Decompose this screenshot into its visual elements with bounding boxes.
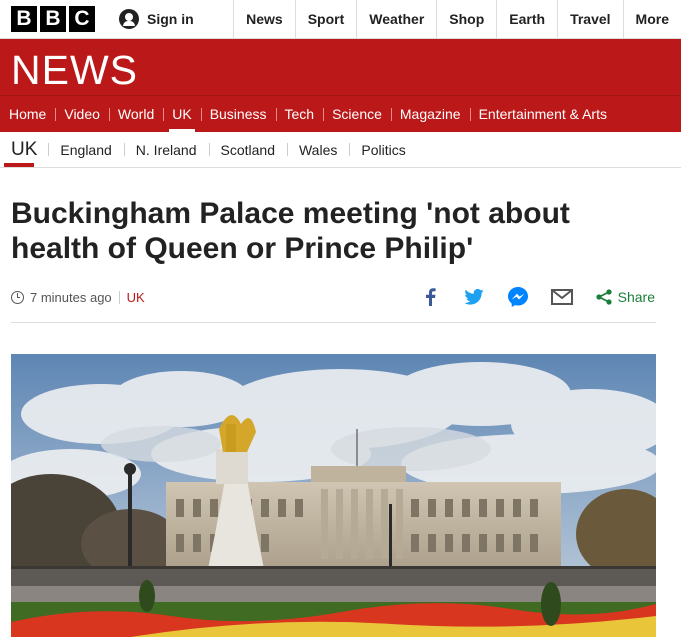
section-magazine[interactable]: Magazine bbox=[390, 96, 470, 132]
news-masthead: NEWS bbox=[0, 39, 681, 95]
section-science[interactable]: Science bbox=[323, 96, 391, 132]
subnav-n-ireland[interactable]: N. Ireland bbox=[123, 132, 209, 167]
clock-icon bbox=[11, 290, 24, 304]
logo-block: B bbox=[11, 6, 37, 32]
global-nav-shop[interactable]: Shop bbox=[436, 0, 496, 38]
global-nav: News Sport Weather Shop Earth Travel Mor… bbox=[233, 0, 681, 38]
section-world[interactable]: World bbox=[108, 96, 163, 132]
logo-block: B bbox=[40, 6, 66, 32]
subnav-wales[interactable]: Wales bbox=[286, 132, 349, 167]
share-button[interactable]: Share bbox=[596, 289, 655, 305]
section-business[interactable]: Business bbox=[200, 96, 276, 132]
subnav-england[interactable]: England bbox=[48, 132, 123, 167]
section-tech[interactable]: Tech bbox=[275, 96, 324, 132]
share-icon bbox=[596, 289, 612, 305]
news-wordmark[interactable]: NEWS bbox=[11, 47, 138, 94]
bbc-logo[interactable]: B B C bbox=[0, 0, 105, 38]
divider bbox=[11, 322, 656, 323]
share-label: Share bbox=[617, 289, 655, 305]
global-nav-more[interactable]: More bbox=[622, 0, 681, 38]
email-icon[interactable] bbox=[540, 286, 584, 308]
section-entertainment-arts[interactable]: Entertainment & Arts bbox=[469, 96, 616, 132]
global-nav-weather[interactable]: Weather bbox=[356, 0, 436, 38]
global-header: B B C Sign in News Sport Weather Shop Ea… bbox=[0, 0, 681, 39]
article-topic-link[interactable]: UK bbox=[127, 290, 145, 305]
global-nav-sport[interactable]: Sport bbox=[294, 0, 357, 38]
section-home[interactable]: Home bbox=[0, 96, 55, 132]
subsection-nav: UK England N. Ireland Scotland Wales Pol… bbox=[0, 132, 681, 168]
article-timestamp: 7 minutes ago bbox=[30, 289, 112, 305]
subnav-scotland[interactable]: Scotland bbox=[208, 132, 287, 167]
article-hero-image bbox=[11, 354, 656, 637]
signin-label: Sign in bbox=[147, 11, 194, 27]
meta-divider bbox=[118, 290, 120, 304]
section-nav: Home Video World UK Business Tech Scienc… bbox=[0, 95, 681, 132]
logo-block: C bbox=[69, 6, 95, 32]
messenger-icon[interactable] bbox=[496, 286, 540, 308]
article-meta: 7 minutes ago UK Share bbox=[11, 286, 655, 308]
global-nav-news[interactable]: News bbox=[233, 0, 295, 38]
twitter-icon[interactable] bbox=[452, 286, 496, 308]
global-nav-travel[interactable]: Travel bbox=[557, 0, 622, 38]
facebook-icon[interactable] bbox=[408, 286, 452, 308]
subnav-politics[interactable]: Politics bbox=[349, 132, 417, 167]
article-headline: Buckingham Palace meeting 'not about hea… bbox=[11, 197, 570, 265]
section-video[interactable]: Video bbox=[55, 96, 109, 132]
user-icon bbox=[119, 9, 139, 29]
signin-link[interactable]: Sign in bbox=[105, 0, 208, 38]
share-tools: Share bbox=[408, 286, 655, 308]
global-nav-earth[interactable]: Earth bbox=[496, 0, 557, 38]
section-uk[interactable]: UK bbox=[163, 96, 201, 132]
subnav-uk[interactable]: UK bbox=[0, 132, 48, 167]
